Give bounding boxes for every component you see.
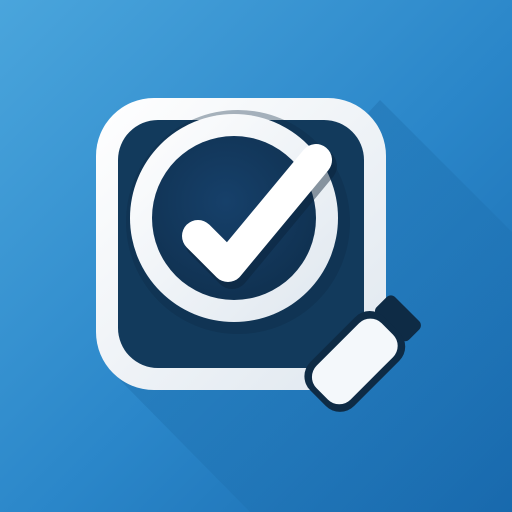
magnifier-lens <box>126 110 350 334</box>
app-icon-canvas <box>0 0 512 512</box>
verified-search-icon <box>0 0 512 512</box>
